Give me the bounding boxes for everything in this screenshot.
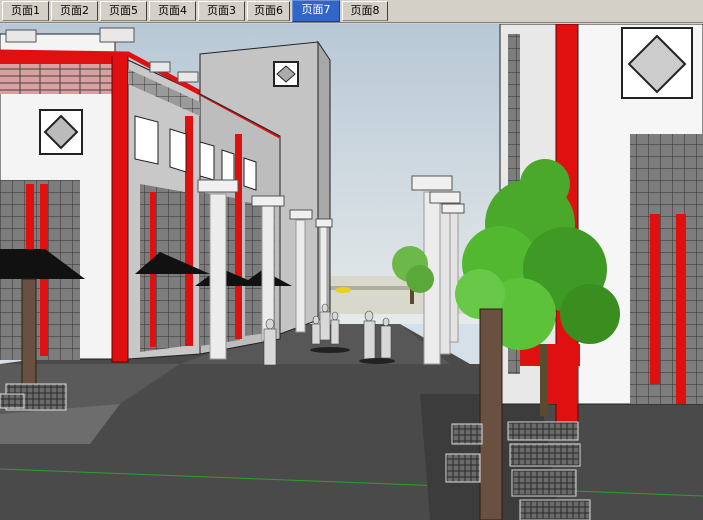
scene-tab-bar: 页面1 页面2 页面5 页面4 页面3 页面6 页面7 页面8 — [0, 0, 703, 23]
carved-totem-right — [479, 308, 503, 520]
tab-page-6[interactable]: 页面6 — [247, 1, 290, 21]
tab-page-1[interactable]: 页面1 — [2, 1, 49, 21]
model-viewport[interactable] — [0, 24, 703, 520]
carved-totem-left — [21, 278, 37, 390]
tab-page-7[interactable]: 页面7 — [292, 0, 340, 22]
distant-vehicle — [335, 287, 351, 293]
tab-page-8[interactable]: 页面8 — [342, 1, 388, 21]
tab-page-2[interactable]: 页面2 — [51, 1, 98, 21]
street-scene-render — [0, 24, 703, 520]
tab-page-3[interactable]: 页面3 — [198, 1, 245, 21]
tab-page-5[interactable]: 页面5 — [100, 1, 147, 21]
tab-page-4[interactable]: 页面4 — [149, 1, 196, 21]
